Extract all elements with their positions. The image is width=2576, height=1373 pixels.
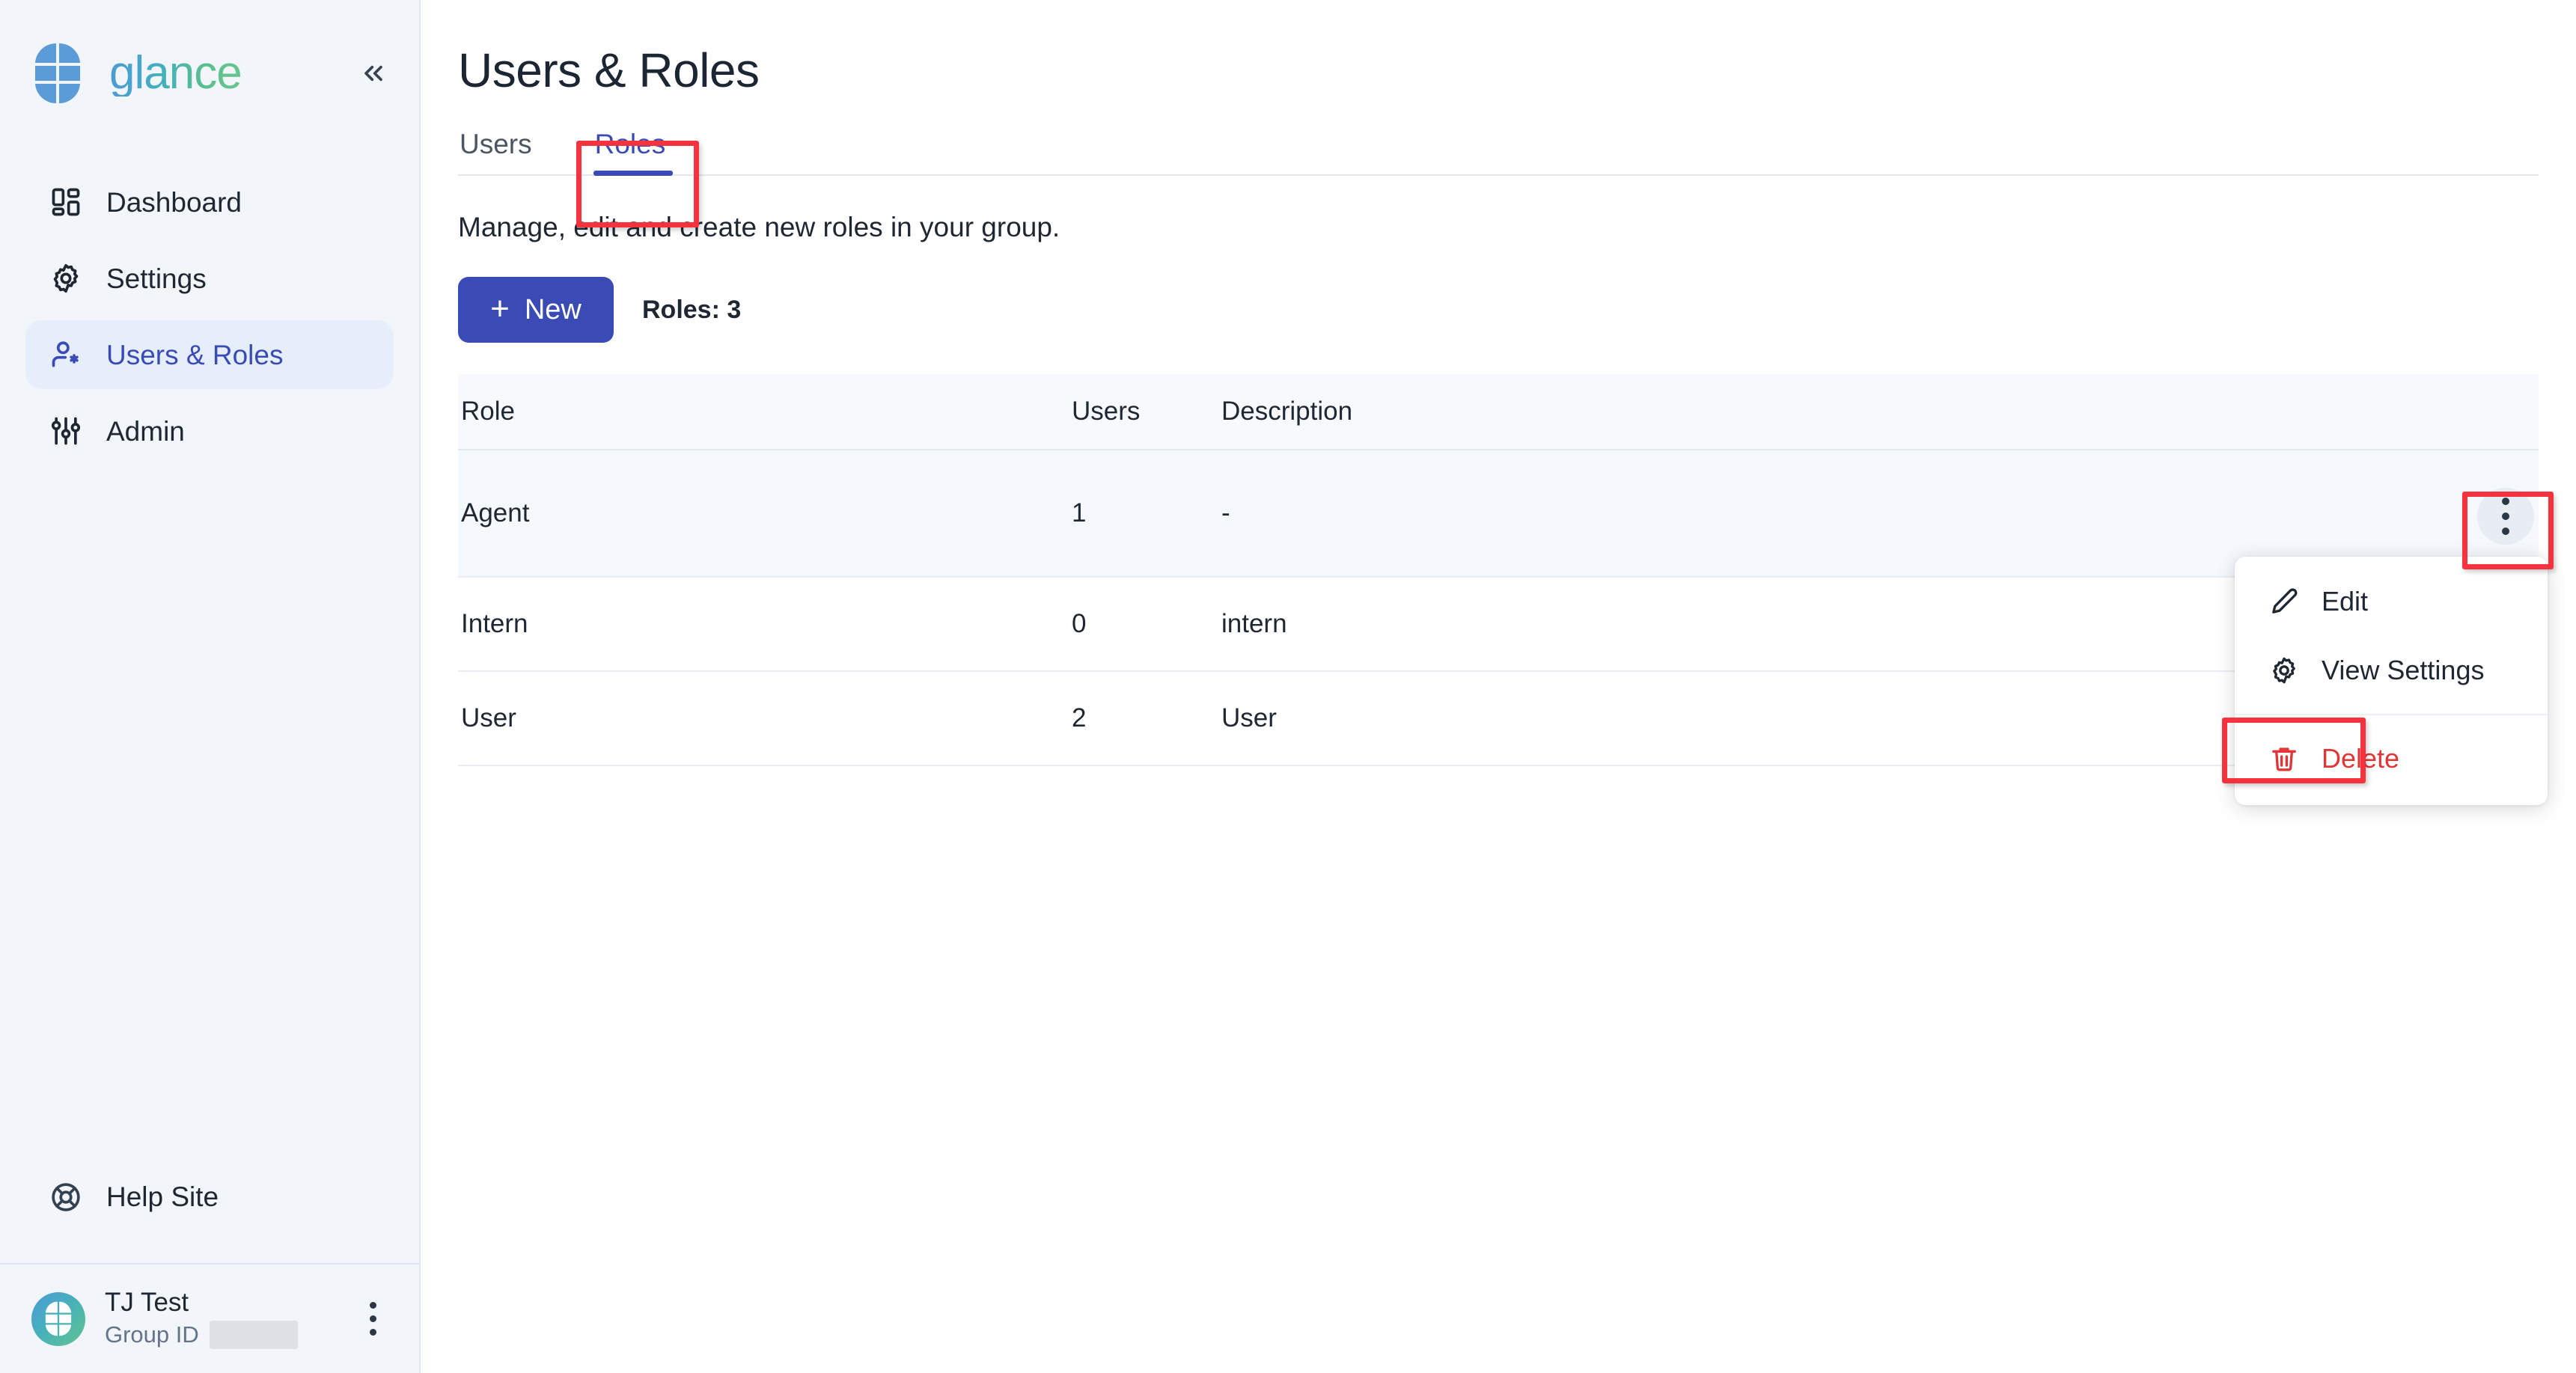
cell-role: Intern: [458, 577, 1072, 672]
table-row[interactable]: Agent 1 -: [458, 450, 2539, 578]
column-header-users: Users: [1072, 374, 1221, 450]
brand-name: glance: [109, 47, 242, 99]
main-content: Users & Roles Users Roles Manage, edit a…: [421, 0, 2576, 1373]
page-title: Users & Roles: [458, 43, 760, 97]
sidebar-item-settings[interactable]: Settings: [25, 244, 394, 313]
cell-description: User: [1221, 671, 2404, 766]
sidebar-item-label: Users & Roles: [106, 339, 284, 370]
sidebar-item-label: Admin: [106, 415, 185, 447]
brand-row: glance: [0, 0, 419, 147]
cell-role: User: [458, 671, 1072, 766]
group-id-redacted-value: [209, 1320, 298, 1349]
sidebar-item-label: Help Site: [106, 1181, 219, 1212]
toolbar: + New Roles: 3: [458, 277, 2576, 343]
menu-item-view-settings[interactable]: View Settings: [2235, 636, 2548, 705]
cell-description: intern: [1221, 577, 2404, 672]
menu-item-delete[interactable]: Delete: [2235, 724, 2548, 793]
row-kebab-menu-icon[interactable]: [2477, 488, 2534, 545]
roles-table-wrap: Role Users Description Agent 1 - Intern …: [458, 374, 2539, 766]
gear-icon: [2268, 654, 2301, 687]
table-row[interactable]: Intern 0 intern: [458, 577, 2539, 672]
sidebar-item-label: Settings: [106, 263, 207, 294]
row-context-menu: Edit View Settings Delete: [2235, 557, 2548, 805]
column-header-role: Role: [458, 374, 1072, 450]
sidebar-item-admin[interactable]: Admin: [25, 397, 394, 465]
profile-name: TJ Test: [105, 1288, 189, 1318]
column-header-actions: [2404, 374, 2539, 450]
menu-item-label: View Settings: [2322, 655, 2485, 685]
gear-icon: [48, 260, 84, 296]
menu-item-label: Delete: [2322, 743, 2400, 774]
sidebar-item-users-roles[interactable]: Users & Roles: [25, 320, 394, 389]
roles-table-head: Role Users Description: [458, 374, 2539, 450]
tab-roles[interactable]: Roles: [593, 130, 674, 176]
trash-icon: [2268, 742, 2301, 775]
avatar: [31, 1291, 85, 1346]
sliders-icon: [48, 413, 84, 449]
table-header-row: Role Users Description: [458, 374, 2539, 450]
page-subtitle: Manage, edit and create new roles in you…: [458, 212, 1060, 242]
user-star-icon: [48, 337, 84, 373]
menu-divider: [2235, 714, 2548, 715]
roles-count: Roles: 3: [642, 296, 742, 324]
glance-logo-icon: [31, 43, 84, 104]
cell-users: 0: [1072, 577, 1221, 672]
plus-icon: +: [490, 290, 510, 327]
cell-users: 2: [1072, 671, 1221, 766]
sidebar-item-dashboard[interactable]: Dashboard: [25, 168, 394, 236]
profile-bar[interactable]: TJ Test Group ID: [0, 1263, 419, 1373]
cell-users: 1: [1072, 450, 1221, 578]
new-role-button-label: New: [524, 294, 582, 325]
cell-description: -: [1221, 450, 2404, 578]
app-root: glance Dashboard Settings Users & Roles …: [0, 0, 2576, 1373]
cell-role: Agent: [458, 450, 1072, 578]
roles-table: Role Users Description Agent 1 - Intern …: [458, 374, 2539, 766]
profile-kebab-menu-icon[interactable]: [352, 1298, 394, 1340]
lifebuoy-icon: [48, 1179, 84, 1215]
chevrons-left-icon[interactable]: [350, 50, 397, 97]
group-id-label: Group ID: [105, 1321, 199, 1348]
menu-item-edit[interactable]: Edit: [2235, 567, 2548, 636]
sidebar-item-help-site[interactable]: Help Site: [0, 1163, 419, 1232]
tab-users[interactable]: Users: [458, 130, 540, 174]
column-header-description: Description: [1221, 374, 2404, 450]
tab-bar: Users Roles: [458, 130, 2539, 176]
sidebar: glance Dashboard Settings Users & Roles …: [0, 0, 421, 1373]
pencil-icon: [2268, 585, 2301, 618]
profile-group: Group ID: [105, 1320, 298, 1349]
layout-dashboard-icon: [48, 184, 84, 220]
menu-item-label: Edit: [2322, 586, 2369, 617]
sidebar-nav: Dashboard Settings Users & Roles Admin: [0, 168, 419, 465]
table-row[interactable]: User 2 User: [458, 671, 2539, 766]
sidebar-item-label: Dashboard: [106, 186, 242, 218]
roles-table-body: Agent 1 - Intern 0 intern User 2 User: [458, 450, 2539, 766]
profile-text: TJ Test Group ID: [105, 1288, 298, 1349]
new-role-button[interactable]: + New: [458, 277, 614, 343]
